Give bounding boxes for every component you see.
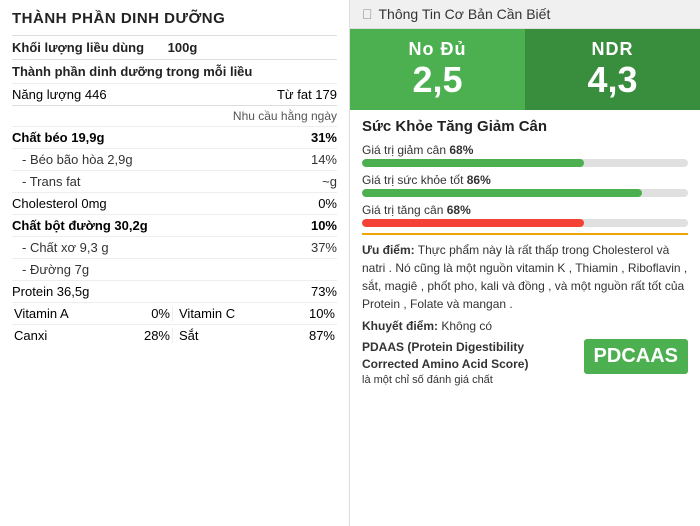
progress-tang-can: Giá trị tăng cân 68%	[362, 203, 688, 227]
divider	[362, 233, 688, 235]
right-panel:  Thông Tin Cơ Bản Cần Biết No Đủ 2,5 ND…	[350, 0, 700, 526]
cholesterol-row: Cholesterol 0mg 0%	[12, 192, 337, 214]
vitamin-a-value: 0%	[151, 306, 170, 321]
saturated-fat-row: - Béo bão hòa 2,9g 14%	[12, 148, 337, 170]
nutrition-rows: Chất béo 19,9g 31% - Béo bão hòa 2,9g 14…	[12, 126, 337, 302]
protein-row: Protein 36,5g 73%	[12, 280, 337, 302]
sugar-row: - Đường 7g	[12, 258, 337, 280]
progress-suc-khoe-pct: 86%	[467, 173, 491, 187]
ndr-value: 4,3	[587, 60, 637, 100]
health-title: Sức Khỏe Tăng Giảm Cân	[362, 118, 688, 135]
saturated-fat-value: 14%	[277, 152, 337, 167]
progress-tang-can-bar	[362, 219, 584, 227]
progress-suc-khoe-bar	[362, 189, 642, 197]
vitamin-a-label: Vitamin A	[14, 306, 69, 321]
energy-fat: Từ fat 179	[277, 87, 337, 102]
iron-col: Sắt 87%	[177, 328, 337, 343]
energy-row: Năng lượng 446 Từ fat 179	[12, 83, 337, 105]
progress-tang-can-bar-bg	[362, 219, 688, 227]
ndr-label: NDR	[592, 39, 634, 60]
khuyet-diem-title: Khuyết điểm:	[362, 319, 438, 333]
energy-label: Năng lượng 446	[12, 87, 107, 102]
panel-title: THÀNH PHẦN DINH DƯỠNG	[12, 10, 337, 27]
iron-label: Sắt	[179, 328, 199, 343]
khuyet-diem-text: Không có	[441, 319, 492, 333]
scores-row: No Đủ 2,5 NDR 4,3	[350, 29, 700, 110]
vitamin-row-2: Canxi 28% Sắt 87%	[12, 324, 337, 346]
protein-label: Protein 36,5g	[12, 284, 277, 299]
vitamin-c-label: Vitamin C	[179, 306, 235, 321]
cholesterol-label: Cholesterol 0mg	[12, 196, 277, 211]
progress-suc-khoe-bar-bg	[362, 189, 688, 197]
serving-row: Khối lượng liều dùng 100g	[12, 35, 337, 59]
no-du-label: No Đủ	[409, 39, 467, 60]
fiber-label: - Chất xơ 9,3 g	[22, 240, 277, 255]
pdcaas-text-block: PDAAS (Protein Digestibility Corrected A…	[362, 339, 576, 389]
carbs-label: Chất bột đường 30,2g	[12, 218, 277, 233]
nhu-cau-header: Nhu cầu hằng ngày	[12, 105, 337, 126]
no-du-value: 2,5	[412, 60, 462, 100]
vitamin-c-col: Vitamin C 10%	[177, 306, 337, 321]
progress-giam-can-bar-bg	[362, 159, 688, 167]
saturated-fat-label: - Béo bão hòa 2,9g	[22, 152, 277, 167]
right-header-title: Thông Tin Cơ Bản Cần Biết	[379, 6, 551, 22]
progress-suc-khoe-label: Giá trị sức khỏe tốt 86%	[362, 173, 688, 187]
fiber-value: 37%	[277, 240, 337, 255]
right-content: Sức Khỏe Tăng Giảm Cân Giá trị giảm cân …	[350, 110, 700, 526]
cholesterol-value: 0%	[277, 196, 337, 211]
carbs-row: Chất bột đường 30,2g 10%	[12, 214, 337, 236]
iron-value: 87%	[309, 328, 335, 343]
fat-label: Chất béo 19,9g	[12, 130, 277, 145]
no-du-box: No Đủ 2,5	[350, 29, 525, 110]
fat-row: Chất béo 19,9g 31%	[12, 126, 337, 148]
progress-giam-can-bar	[362, 159, 584, 167]
pdcaas-title: PDAAS (Protein Digestibility Corrected A…	[362, 340, 528, 371]
trans-fat-value: ~g	[277, 174, 337, 189]
trans-fat-row: - Trans fat ~g	[12, 170, 337, 192]
serving-value: 100g	[168, 40, 198, 55]
right-header:  Thông Tin Cơ Bản Cần Biết	[350, 0, 700, 29]
carbs-value: 10%	[277, 218, 337, 233]
sugar-label: - Đường 7g	[22, 262, 277, 277]
pdcaas-section: PDAAS (Protein Digestibility Corrected A…	[362, 339, 688, 389]
vitamin-a-col: Vitamin A 0%	[12, 306, 173, 321]
progress-giam-can: Giá trị giảm cân 68%	[362, 143, 688, 167]
calcium-label: Canxi	[14, 328, 47, 343]
progress-tang-can-pct: 68%	[447, 203, 471, 217]
progress-giam-can-pct: 68%	[449, 143, 473, 157]
calcium-col: Canxi 28%	[12, 328, 173, 343]
progress-suc-khoe: Giá trị sức khỏe tốt 86%	[362, 173, 688, 197]
trans-fat-label: - Trans fat	[22, 174, 277, 189]
apple-icon: 	[362, 6, 373, 22]
pdcaas-badge: PDCAAS	[584, 339, 688, 374]
fat-value: 31%	[277, 130, 337, 145]
uu-diem-block: Ưu điểm: Thực phẩm này là rất thấp trong…	[362, 241, 688, 313]
uu-diem-title: Ưu điểm:	[362, 243, 415, 257]
progress-tang-can-label: Giá trị tăng cân 68%	[362, 203, 688, 217]
ndr-box: NDR 4,3	[525, 29, 700, 110]
calcium-value: 28%	[144, 328, 170, 343]
protein-value: 73%	[277, 284, 337, 299]
vitamin-row-1: Vitamin A 0% Vitamin C 10%	[12, 302, 337, 324]
progress-giam-can-label: Giá trị giảm cân 68%	[362, 143, 688, 157]
serving-label: Khối lượng liều dùng	[12, 40, 144, 55]
fiber-row: - Chất xơ 9,3 g 37%	[12, 236, 337, 258]
section-label: Thành phần dinh dưỡng trong mỗi liều	[12, 59, 337, 83]
pdcaas-desc: là một chỉ số đánh giá chất	[362, 374, 493, 386]
khuyet-diem-block: Khuyết điểm: Không có	[362, 319, 688, 333]
left-panel: THÀNH PHẦN DINH DƯỠNG Khối lượng liều dù…	[0, 0, 350, 526]
vitamin-c-value: 10%	[309, 306, 335, 321]
